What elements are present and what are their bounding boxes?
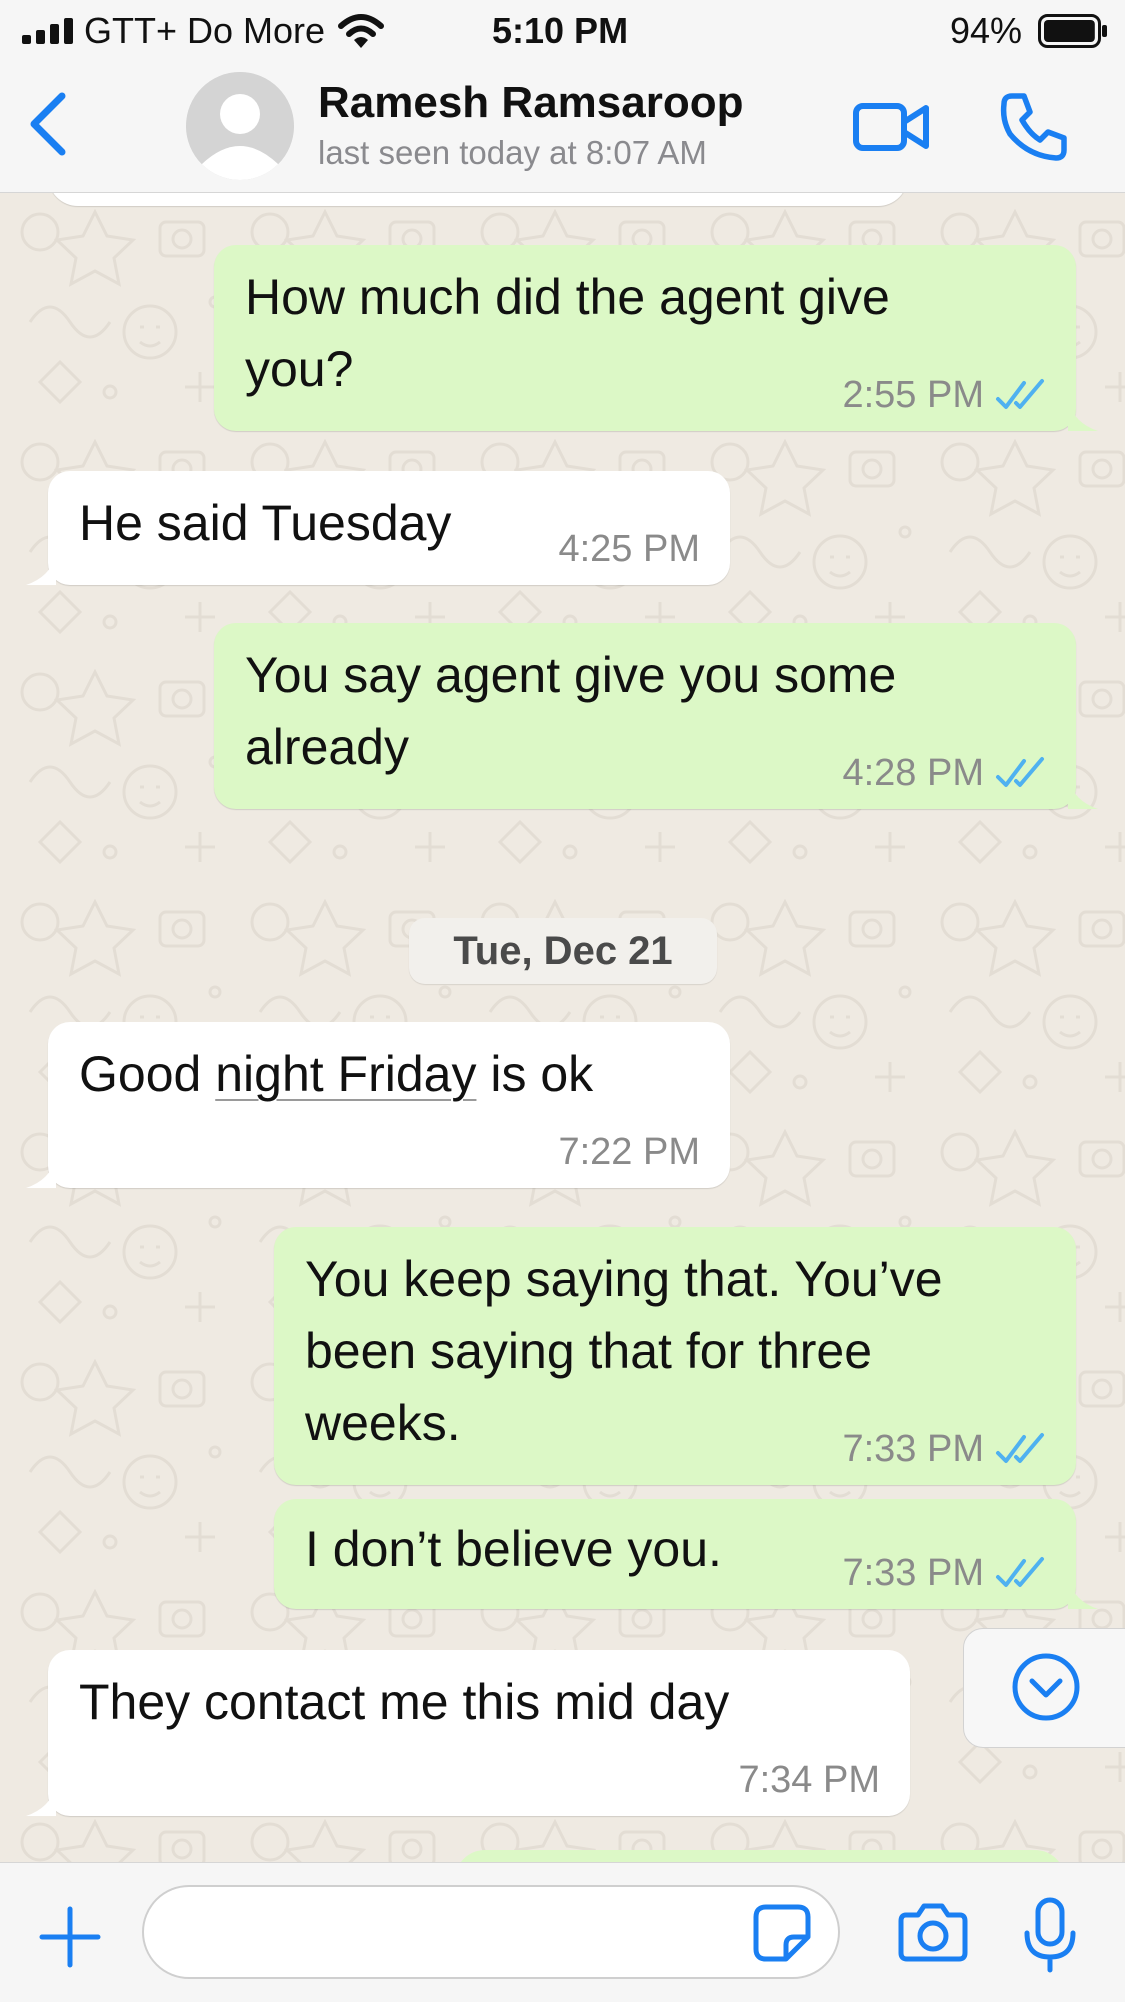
contact-name[interactable]: Ramesh Ramsaroop (318, 78, 743, 128)
message-text: They contact me this mid day (79, 1666, 729, 1738)
message-line: Good night Friday is ok (79, 1038, 593, 1110)
message-text-part: is ok (476, 1046, 594, 1102)
default-avatar-icon (186, 72, 294, 180)
message-time: 4:28 PM (842, 752, 984, 794)
battery-percentage: 94% (950, 10, 1023, 51)
message-time: 4:25 PM (558, 528, 700, 570)
message-text: Good night Friday is ok (79, 1038, 593, 1110)
scroll-to-bottom-button[interactable] (963, 1628, 1125, 1748)
video-camera-icon[interactable] (852, 94, 932, 160)
message-time: 7:34 PM (738, 1759, 880, 1801)
bubble-tail (26, 555, 56, 585)
wifi-icon (338, 14, 384, 48)
message-meta: 2:55 PM (842, 373, 1048, 417)
status-time: 5:10 PM (492, 10, 629, 51)
signal-strength-icon (22, 18, 73, 44)
plus-icon[interactable] (38, 1905, 102, 1969)
message-line: He said Tuesday (79, 495, 452, 551)
message-meta: 7:33 PM (842, 1551, 1048, 1595)
double-check-icon (996, 1557, 1044, 1587)
message-text: I don’t believe you. (305, 1513, 722, 1585)
message-line: you? (245, 341, 354, 397)
bubble-tail (1068, 1579, 1098, 1609)
message-text: You say agent give you some already (245, 639, 896, 783)
message-meta: 4:28 PM (842, 751, 1048, 795)
status-bar: GTT+ Do More 5:10 PM 94% (0, 0, 1125, 64)
message-composer (0, 1862, 1125, 2002)
message-time: 7:22 PM (558, 1131, 700, 1173)
message-line: How much did the agent give (245, 269, 890, 325)
message-meta: 7:34 PM (738, 1758, 880, 1802)
chevron-down-circle-icon (1012, 1653, 1080, 1721)
chevron-left-icon[interactable] (22, 88, 72, 160)
date-separator: Tue, Dec 21 (409, 918, 717, 984)
message-time: 7:33 PM (842, 1552, 984, 1594)
battery-level-fill (1044, 20, 1095, 42)
message-text: How much did the agent give you? (245, 261, 890, 405)
message-bubble-incoming[interactable]: He said Tuesday 4:25 PM (26, 471, 730, 585)
bubble-tail (1068, 401, 1098, 431)
message-line: I don’t believe you. (305, 1521, 722, 1577)
message-time: 2:55 PM (842, 374, 984, 416)
double-check-icon (996, 1433, 1044, 1463)
bubble-tail (1068, 779, 1098, 809)
message-line: been saying that for three (305, 1323, 873, 1379)
bubble-tail (26, 1786, 56, 1816)
bubble-tail (26, 1158, 56, 1188)
microphone-icon[interactable] (1022, 1897, 1078, 1973)
avatar[interactable] (186, 72, 294, 180)
message-bubble-outgoing[interactable]: You keep saying that. You’ve been saying… (274, 1227, 1076, 1485)
message-bubble-incoming[interactable]: They contact me this mid day 7:34 PM (26, 1650, 910, 1816)
underlined-text[interactable]: night Friday (215, 1046, 476, 1102)
message-bubble-outgoing[interactable]: I don’t believe you. 7:33 PM (274, 1499, 1098, 1609)
battery-icon (1038, 14, 1107, 48)
carrier-name: GTT+ Do More (84, 10, 326, 51)
sticker-icon[interactable] (752, 1903, 812, 1963)
message-line: You say agent give you some (245, 647, 897, 703)
message-line: You keep saying that. You’ve (305, 1251, 943, 1307)
last-seen-status: last seen today at 8:07 AM (318, 134, 707, 171)
chat-header: Ramesh Ramsaroop last seen today at 8:07… (0, 64, 1125, 193)
message-bubble-outgoing[interactable]: How much did the agent give you? 2:55 PM (214, 245, 1098, 431)
double-check-icon (996, 379, 1044, 409)
message-meta: 7:22 PM (558, 1130, 700, 1174)
message-bubble-outgoing[interactable]: You say agent give you some already 4:28… (214, 623, 1098, 809)
message-meta: 7:33 PM (842, 1427, 1048, 1471)
double-check-icon (996, 757, 1044, 787)
phone-icon[interactable] (998, 90, 1070, 162)
message-time: 7:33 PM (842, 1428, 984, 1470)
message-input[interactable] (142, 1885, 840, 1979)
camera-icon[interactable] (898, 1901, 968, 1963)
message-text-part: Good (79, 1046, 216, 1102)
message-line: already (245, 719, 409, 775)
message-line: They contact me this mid day (79, 1674, 730, 1730)
message-meta: 4:25 PM (558, 527, 700, 571)
message-text: He said Tuesday (79, 487, 451, 559)
message-bubble-incoming[interactable]: Good night Friday is ok 7:22 PM (26, 1022, 730, 1188)
